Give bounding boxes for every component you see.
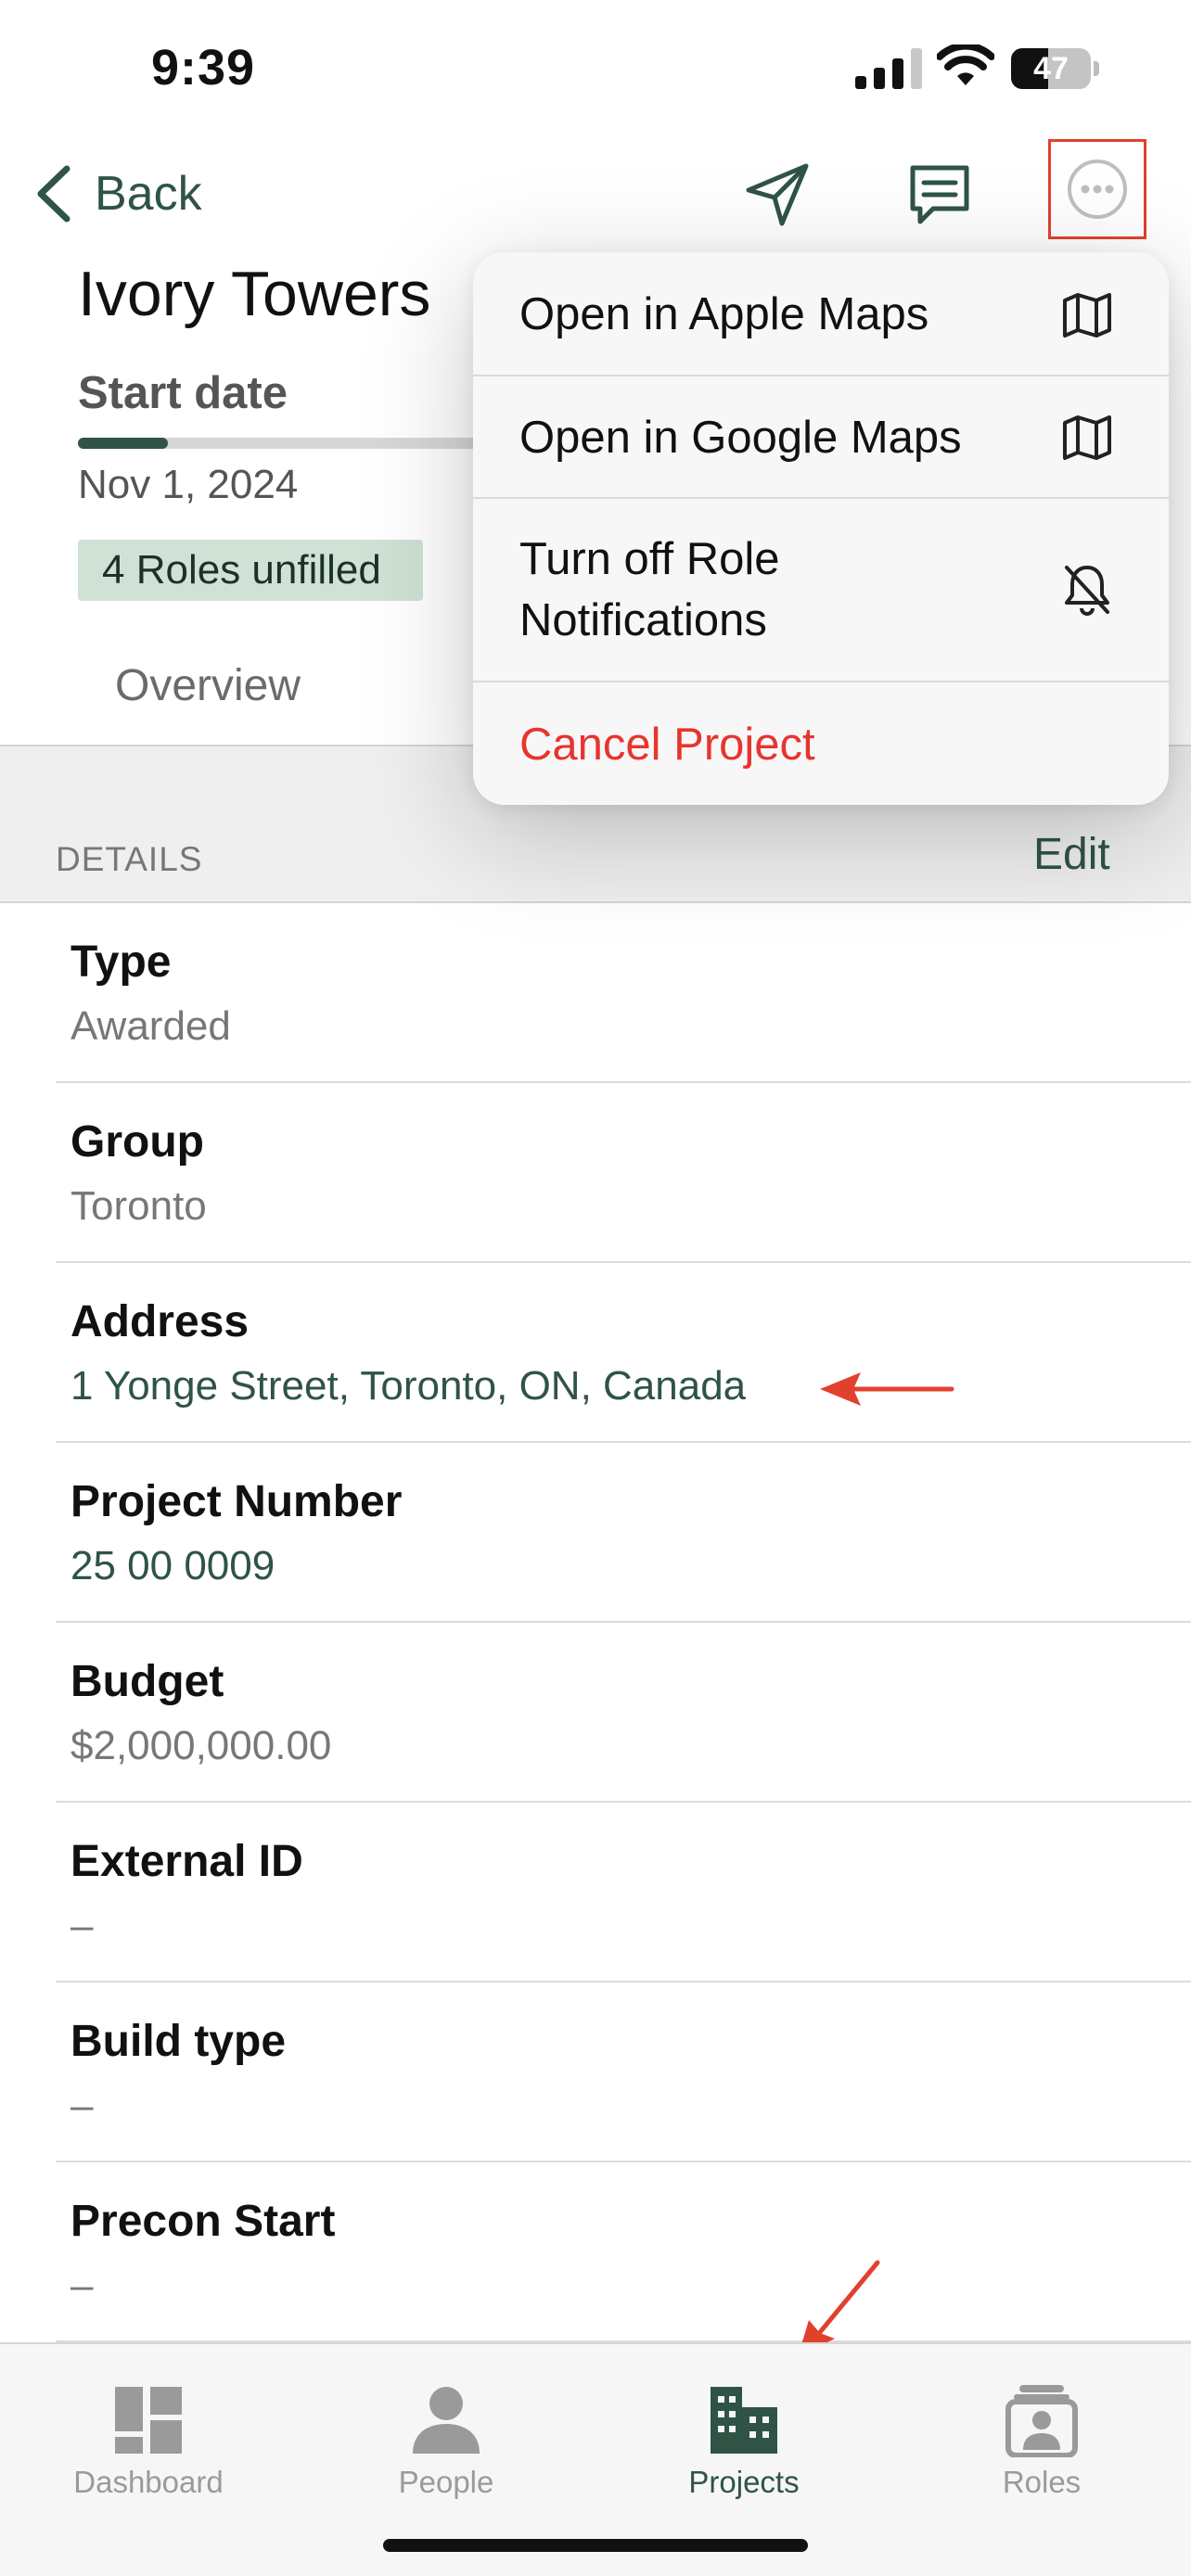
roles-icon — [1005, 2385, 1078, 2457]
battery-icon: 47 — [1011, 48, 1100, 89]
field-value: $2,000,000.00 — [70, 1723, 332, 1768]
project-progress-bar — [78, 438, 505, 449]
project-title: Ivory Towers — [78, 259, 431, 329]
annotation-arrow — [820, 1372, 954, 1406]
send-icon — [746, 163, 809, 226]
send-button[interactable] — [740, 158, 814, 232]
chevron-left-icon — [37, 165, 70, 223]
person-icon — [413, 2387, 480, 2454]
tab-roles[interactable]: Roles — [930, 2366, 1153, 2506]
home-indicator — [383, 2539, 808, 2552]
field-group: Group Toronto — [56, 1083, 1191, 1263]
menu-item-label: Cancel Project — [519, 720, 815, 770]
menu-item-label: Open in Apple Maps — [519, 289, 929, 339]
menu-item-label: Turn off Role Notifications — [519, 534, 780, 645]
tab-label: Projects — [688, 2465, 800, 2499]
start-date-value: Nov 1, 2024 — [78, 462, 299, 507]
tab-projects[interactable]: Projects — [633, 2366, 855, 2506]
field-label: Build type — [70, 2017, 287, 2066]
menu-item-open-google-maps[interactable]: Open in Google Maps — [473, 376, 1169, 499]
address-link[interactable]: 1 Yonge Street, Toronto, ON, Canada — [70, 1363, 746, 1409]
back-button[interactable]: Back — [33, 161, 202, 226]
back-label: Back — [95, 167, 202, 221]
field-precon-start: Precon Start – — [56, 2162, 1191, 2342]
tab-label: Roles — [1002, 2465, 1082, 2499]
dashboard-icon — [115, 2387, 182, 2454]
field-value: – — [70, 1903, 94, 1948]
bell-slash-icon — [1057, 560, 1117, 619]
tab-people[interactable]: People — [335, 2366, 557, 2506]
nav-bar: Back — [0, 139, 1191, 250]
field-value: – — [70, 2263, 94, 2308]
start-date-label: Start date — [78, 368, 288, 418]
battery-percent: 47 — [1033, 51, 1069, 86]
message-icon — [910, 165, 969, 224]
tab-label: People — [398, 2465, 494, 2499]
edit-button[interactable]: Edit — [1033, 829, 1110, 880]
message-button[interactable] — [903, 158, 977, 232]
field-budget: Budget $2,000,000.00 — [56, 1623, 1191, 1803]
field-label: Address — [70, 1297, 250, 1346]
field-external-id: External ID – — [56, 1803, 1191, 1983]
roles-unfilled-badge[interactable]: 4 Roles unfilled — [78, 540, 423, 601]
ellipsis-circle-icon — [1068, 159, 1127, 219]
field-label: Type — [70, 937, 172, 987]
menu-item-open-apple-maps[interactable]: Open in Apple Maps — [473, 252, 1169, 376]
field-address: Address 1 Yonge Street, Toronto, ON, Can… — [56, 1263, 1191, 1443]
field-label: External ID — [70, 1837, 303, 1886]
field-label: Precon Start — [70, 2197, 336, 2246]
tab-label: Dashboard — [73, 2465, 224, 2499]
field-value: Awarded — [70, 1003, 231, 1049]
field-label: Budget — [70, 1657, 224, 1706]
more-options-menu: Open in Apple Maps Open in Google Maps T… — [473, 252, 1169, 805]
status-time: 9:39 — [151, 40, 256, 96]
field-label: Project Number — [70, 1477, 403, 1526]
field-type: Type Awarded — [56, 903, 1191, 1083]
map-icon — [1057, 286, 1117, 345]
menu-item-turn-off-role-notifications[interactable]: Turn off Role Notifications — [473, 499, 1169, 682]
building-icon — [711, 2387, 777, 2454]
project-number-link[interactable]: 25 00 0009 — [70, 1543, 275, 1589]
map-icon — [1057, 408, 1117, 467]
menu-item-label: Open in Google Maps — [519, 413, 962, 463]
field-value: Toronto — [70, 1183, 207, 1229]
cellular-signal-icon — [855, 48, 922, 89]
project-progress-fill — [78, 438, 168, 449]
tab-overview[interactable]: Overview — [115, 660, 301, 711]
wifi-icon — [937, 45, 994, 85]
field-project-number: Project Number 25 00 0009 — [56, 1443, 1191, 1623]
field-value: – — [70, 2083, 94, 2128]
tab-dashboard[interactable]: Dashboard — [37, 2366, 260, 2506]
field-label: Group — [70, 1117, 204, 1167]
more-options-button[interactable] — [1048, 139, 1146, 239]
menu-item-cancel-project[interactable]: Cancel Project — [473, 682, 1169, 805]
field-build-type: Build type – — [56, 1983, 1191, 2162]
details-section-label: DETAILS — [56, 840, 203, 878]
status-bar: 9:39 47 — [0, 0, 1191, 139]
